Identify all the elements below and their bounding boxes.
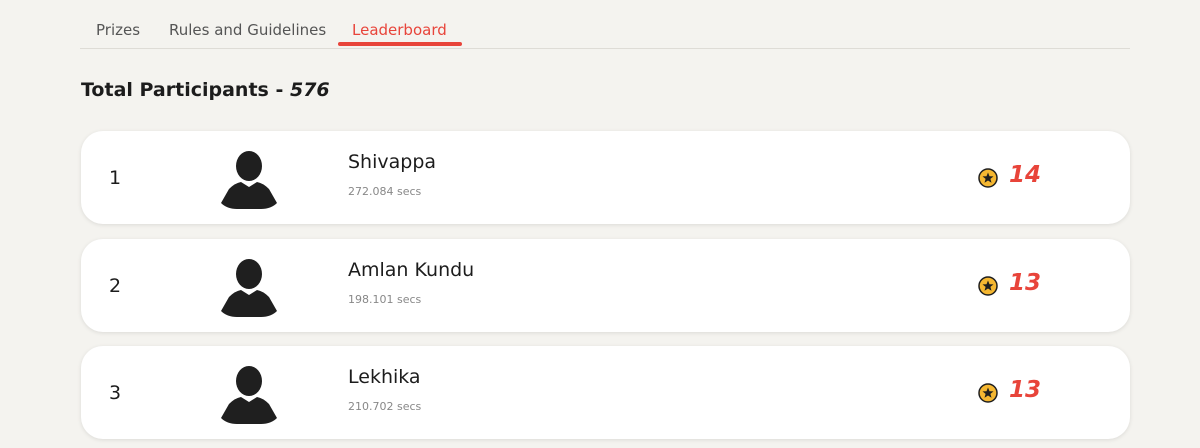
active-tab-indicator	[338, 42, 462, 46]
participant-name: Shivappa	[348, 151, 437, 173]
user-silhouette-icon	[218, 147, 280, 209]
score-value: 13	[1009, 377, 1042, 403]
score-value: 13	[1009, 270, 1042, 296]
participant-name: Lekhika	[348, 366, 421, 388]
tab-leaderboard[interactable]: Leaderboard	[352, 21, 447, 39]
completion-time: 210.702 secs	[348, 400, 422, 413]
leaderboard-row: 3 Lekhika 210.702 secs 13	[81, 346, 1130, 439]
participant-name: Amlan Kundu	[348, 259, 475, 281]
user-silhouette-icon	[218, 362, 280, 424]
tab-rules-and-guidelines[interactable]: Rules and Guidelines	[169, 21, 326, 39]
score-value: 14	[1009, 162, 1042, 188]
rank-number: 3	[109, 382, 122, 404]
completion-time: 198.101 secs	[348, 293, 422, 306]
total-participants: Total Participants - 576	[81, 79, 330, 101]
total-participants-label: Total Participants -	[81, 79, 290, 101]
leaderboard-row: 1 Shivappa 272.084 secs 14	[81, 131, 1130, 224]
completion-time: 272.084 secs	[348, 185, 422, 198]
rank-number: 2	[109, 275, 122, 297]
user-silhouette-icon	[218, 255, 280, 317]
rank-number: 1	[109, 167, 122, 189]
total-participants-count: 576	[289, 79, 330, 101]
leaderboard-row: 2 Amlan Kundu 198.101 secs 13	[81, 239, 1130, 332]
star-coin-icon	[978, 168, 998, 188]
tab-bar: Prizes Rules and Guidelines Leaderboard	[80, 0, 1130, 49]
tab-prizes[interactable]: Prizes	[96, 21, 140, 39]
star-coin-icon	[978, 383, 998, 403]
star-coin-icon	[978, 276, 998, 296]
